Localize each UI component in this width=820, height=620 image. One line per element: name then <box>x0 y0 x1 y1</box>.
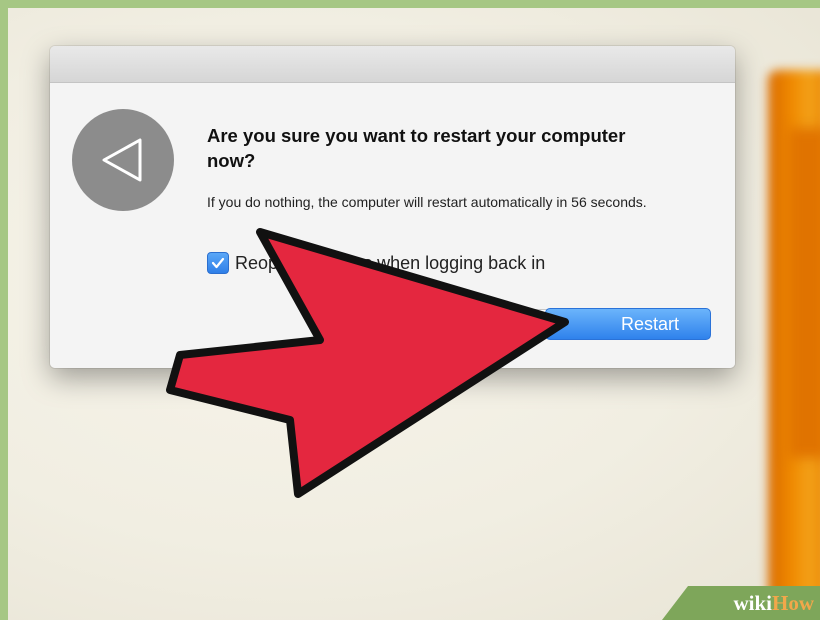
dialog-titlebar[interactable] <box>50 46 735 83</box>
dialog-button-row: Cancel Restart <box>50 308 735 348</box>
checkmark-icon <box>211 257 225 269</box>
dialog-message: If you do nothing, the computer will res… <box>207 194 647 210</box>
dialog-title: Are you sure you want to restart your co… <box>207 125 626 171</box>
watermark-wiki-text: wiki <box>733 590 772 615</box>
blurred-orange-object-inner <box>788 128 820 458</box>
reopen-windows-checkbox[interactable] <box>207 252 229 274</box>
reopen-windows-label: Reopen windows when logging back in <box>235 252 546 273</box>
restart-button[interactable]: Restart <box>545 308 711 340</box>
wikihow-watermark: wiki How <box>662 586 820 620</box>
dialog-content: Are you sure you want to restart your co… <box>50 83 735 368</box>
watermark-how-text: How <box>772 590 814 615</box>
reopen-windows-option[interactable]: Reopen windows when logging back in <box>207 252 545 274</box>
restart-dialog: Are you sure you want to restart your co… <box>50 46 735 368</box>
restart-triangle-icon <box>72 109 174 211</box>
